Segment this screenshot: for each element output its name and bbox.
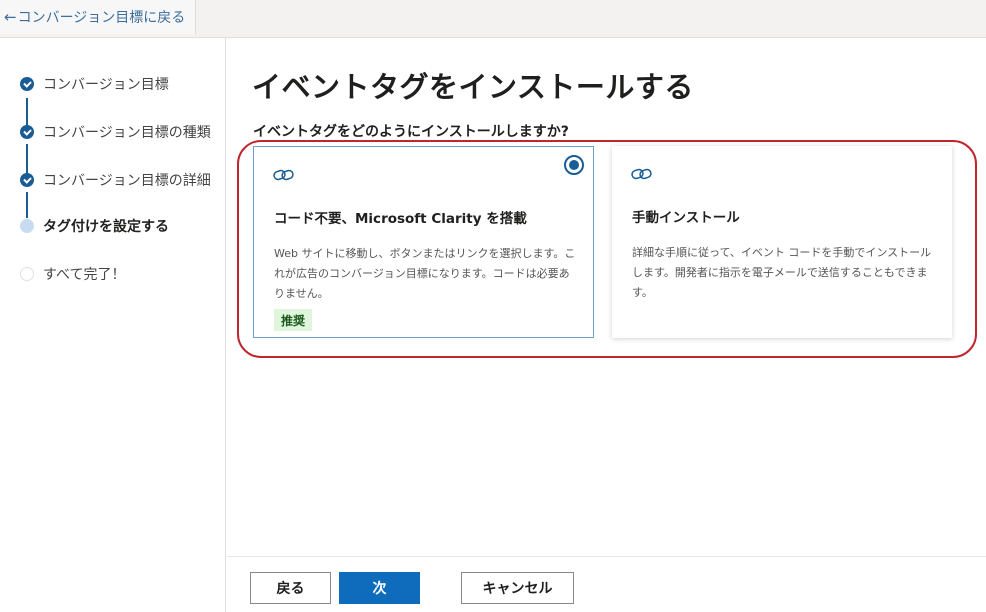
- wizard-steps-sidebar: コンバージョン目標 コンバージョン目標の種類 コンバージョン目標の詳細 タグ付け…: [0, 38, 226, 612]
- cancel-button[interactable]: キャンセル: [461, 572, 574, 604]
- option-card-manual-install[interactable]: 手動インストール 詳細な手順に従って、イベント コードを手動でインストールします…: [612, 146, 952, 338]
- step-pending-dot-icon: [20, 267, 34, 281]
- link-icon: [273, 169, 294, 181]
- option-title: 手動インストール: [632, 210, 740, 226]
- step-label: タグ付けを設定する: [43, 219, 169, 235]
- back-arrow-icon: ←: [4, 8, 17, 26]
- back-button[interactable]: 戻る: [250, 572, 331, 604]
- step-label: すべて完了！: [43, 267, 126, 283]
- step-all-done: すべて完了！: [20, 264, 125, 284]
- step-conversion-goal: コンバージョン目標: [20, 74, 169, 94]
- option-title: コード不要、Microsoft Clarity を搭載: [274, 211, 527, 227]
- back-to-conversion-goals-link[interactable]: ← コンバージョン目標に戻る: [0, 0, 197, 34]
- link-icon: [631, 168, 652, 180]
- install-method-question: イベントタグをどのようにインストールしますか?: [253, 124, 569, 140]
- step-label: コンバージョン目標の種類: [43, 125, 211, 141]
- page-title: イベントタグをインストールする: [252, 70, 694, 104]
- step-complete-check-icon: [20, 77, 34, 91]
- step-setup-tagging: タグ付けを設定する: [20, 216, 169, 236]
- next-button[interactable]: 次: [339, 572, 420, 604]
- step-label: コンバージョン目標: [43, 77, 169, 93]
- option-description: 詳細な手順に従って、イベント コードを手動でインストールします。開発者に指示を電…: [632, 246, 932, 299]
- back-link-label: コンバージョン目標に戻る: [17, 10, 186, 26]
- step-complete-check-icon: [20, 173, 34, 187]
- step-connector: [26, 192, 28, 218]
- step-conversion-goal-details: コンバージョン目標の詳細: [20, 170, 211, 190]
- step-label: コンバージョン目標の詳細: [43, 173, 211, 189]
- step-complete-check-icon: [20, 125, 34, 139]
- option-description: Web サイトに移動し、ボタンまたはリンクを選択します。これが広告のコンバージョ…: [274, 247, 576, 300]
- top-bar: ← コンバージョン目標に戻る: [0, 0, 986, 38]
- recommended-badge: 推奨: [274, 309, 313, 331]
- step-conversion-goal-type: コンバージョン目標の種類: [20, 122, 211, 142]
- option-card-no-code-clarity[interactable]: コード不要、Microsoft Clarity を搭載 Web サイトに移動し、…: [253, 146, 594, 338]
- step-current-dot-icon: [20, 219, 34, 233]
- option-radio-selected[interactable]: [564, 155, 584, 175]
